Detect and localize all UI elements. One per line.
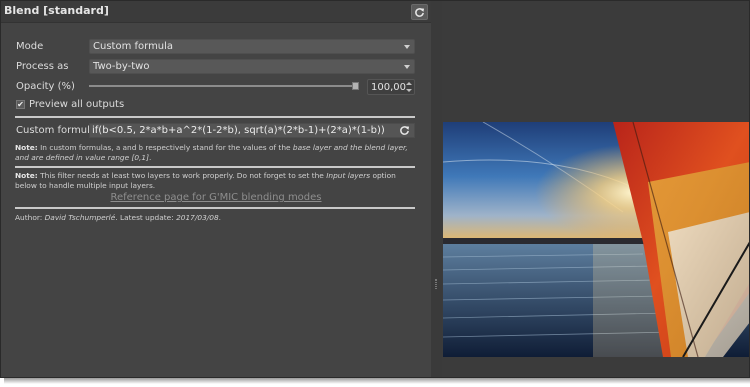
window-shadow	[4, 378, 750, 384]
reference-page-link[interactable]: Reference page for G'MIC blending modes	[1, 192, 431, 203]
sailboat-sunset-image	[443, 122, 749, 357]
mode-label: Mode	[16, 41, 44, 52]
process-as-label: Process as	[16, 61, 69, 72]
author-info: Author: David Tschumperlé. Latest update…	[15, 213, 222, 222]
preview-all-outputs-checkbox[interactable]: ✔	[16, 100, 25, 109]
separator	[15, 116, 415, 118]
spin-arrows-icon[interactable]	[406, 82, 412, 93]
splitter-grip-icon[interactable]	[435, 279, 437, 289]
chevron-down-icon	[404, 45, 410, 49]
separator	[15, 207, 415, 209]
custom-formula-value: if(b<0.5, 2*a*b+a^2*(1-2*b), sqrt(a)*(2*…	[92, 125, 385, 136]
preview-all-outputs-label: Preview all outputs	[29, 99, 125, 110]
check-icon: ✔	[17, 100, 24, 109]
filter-title-bar: Blend [standard]	[1, 1, 431, 23]
opacity-slider-handle[interactable]	[352, 82, 359, 90]
reset-parameters-button[interactable]	[411, 4, 428, 20]
gmic-window: Blend [standard] Mode Custom formula Pro…	[0, 0, 750, 378]
opacity-slider-track[interactable]	[89, 85, 359, 87]
panel-splitter[interactable]	[431, 1, 442, 377]
preview-image[interactable]	[443, 122, 749, 357]
process-as-select[interactable]: Two-by-two	[89, 59, 415, 74]
custom-formula-label: Custom formula	[16, 125, 97, 136]
custom-formula-input[interactable]: if(b<0.5, 2*a*b+a^2*(1-2*b), sqrt(a)*(2*…	[89, 123, 415, 138]
reset-icon	[399, 126, 409, 135]
refresh-icon	[415, 7, 425, 17]
opacity-value: 100,00	[371, 82, 406, 93]
separator	[15, 166, 415, 168]
opacity-spinbox[interactable]: 100,00	[367, 79, 415, 95]
opacity-label: Opacity (%)	[16, 81, 75, 92]
chevron-down-icon	[404, 65, 410, 69]
mode-select[interactable]: Custom formula	[89, 39, 415, 54]
filter-title: Blend [standard]	[4, 4, 109, 17]
process-as-value: Two-by-two	[93, 61, 150, 72]
mode-value: Custom formula	[93, 41, 174, 52]
reset-formula-button[interactable]	[397, 124, 411, 137]
formula-note: Note: In custom formulas, a and b respec…	[15, 143, 408, 162]
preview-area	[442, 1, 749, 377]
filter-parameters-panel: Blend [standard] Mode Custom formula Pro…	[1, 1, 431, 377]
layers-note: Note: This filter needs at least two lay…	[15, 171, 396, 190]
